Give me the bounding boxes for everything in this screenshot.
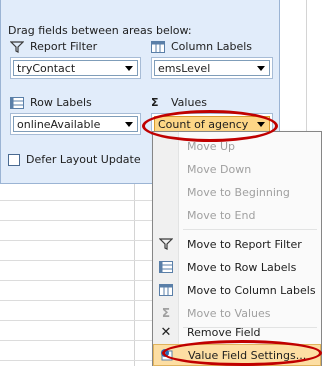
report-filter-label: Report Filter [30, 40, 98, 53]
report-filter-area-label: Report Filter [9, 40, 98, 53]
row-labels-icon [10, 96, 24, 109]
defer-layout-update[interactable]: Defer Layout Update [8, 153, 141, 166]
menu-item-label: Remove Field [187, 325, 261, 339]
row-labels-field-name: onlineAvailable [17, 117, 101, 131]
report-filter-field-name: tryContact [17, 61, 76, 75]
column-labels-field-name: emsLevel [158, 61, 211, 75]
annotation-ellipse-value-field-settings [162, 340, 322, 366]
row-labels-drop-area[interactable]: onlineAvailable [10, 113, 141, 135]
column-labels-label: Column Labels [171, 40, 253, 53]
row-labels-icon [153, 261, 179, 273]
defer-layout-update-label: Defer Layout Update [26, 153, 141, 166]
report-filter-field[interactable]: tryContact [13, 60, 138, 76]
column-labels-area-label: Column Labels [151, 40, 252, 53]
sigma-icon: Σ [161, 306, 171, 320]
menu-item-move-to-beginning[interactable]: Move to Beginning [153, 181, 321, 203]
defer-layout-update-checkbox[interactable] [8, 153, 20, 166]
report-filter-drop-area[interactable]: tryContact [10, 57, 141, 79]
values-area-label: Σ Values [151, 96, 207, 109]
row-labels-field[interactable]: onlineAvailable [13, 116, 138, 132]
menu-item-label: Move to Row Labels [187, 260, 297, 274]
menu-item-label: Move to Report Filter [187, 237, 302, 251]
column-labels-icon [151, 40, 165, 53]
row-labels-area-label: Row Labels [10, 96, 92, 109]
menu-separator [183, 229, 317, 230]
menu-item-label: Move Down [187, 162, 252, 176]
menu-item-label: Move to Beginning [187, 185, 290, 199]
filter-icon [153, 238, 179, 250]
menu-item-move-to-end[interactable]: Move to End [153, 204, 321, 226]
chevron-down-icon[interactable] [257, 66, 265, 71]
filter-icon [9, 40, 25, 53]
menu-item-move-to-column-labels[interactable]: Move to Column Labels [153, 279, 321, 301]
column-labels-icon [153, 284, 179, 296]
menu-item-label: Move to Column Labels [187, 283, 316, 297]
row-labels-label: Row Labels [30, 96, 92, 109]
annotation-ellipse-values-field [142, 110, 278, 142]
remove-icon: ✕ [160, 324, 172, 340]
values-label: Values [171, 96, 207, 109]
pane-instructions: Drag fields between areas below: [8, 24, 192, 37]
menu-item-label: Move to Values [187, 306, 271, 320]
menu-item-move-to-report-filter[interactable]: Move to Report Filter [153, 233, 321, 255]
sigma-icon: Σ [151, 96, 159, 109]
column-labels-field[interactable]: emsLevel [154, 60, 270, 76]
chevron-down-icon[interactable] [125, 122, 133, 127]
menu-item-move-down[interactable]: Move Down [153, 158, 321, 180]
menu-item-move-to-row-labels[interactable]: Move to Row Labels [153, 256, 321, 278]
menu-item-label: Move to End [187, 208, 256, 222]
field-context-menu: Move Up Move Down Move to Beginning Move… [152, 131, 322, 366]
column-labels-drop-area[interactable]: emsLevel [151, 57, 273, 79]
chevron-down-icon[interactable] [125, 66, 133, 71]
